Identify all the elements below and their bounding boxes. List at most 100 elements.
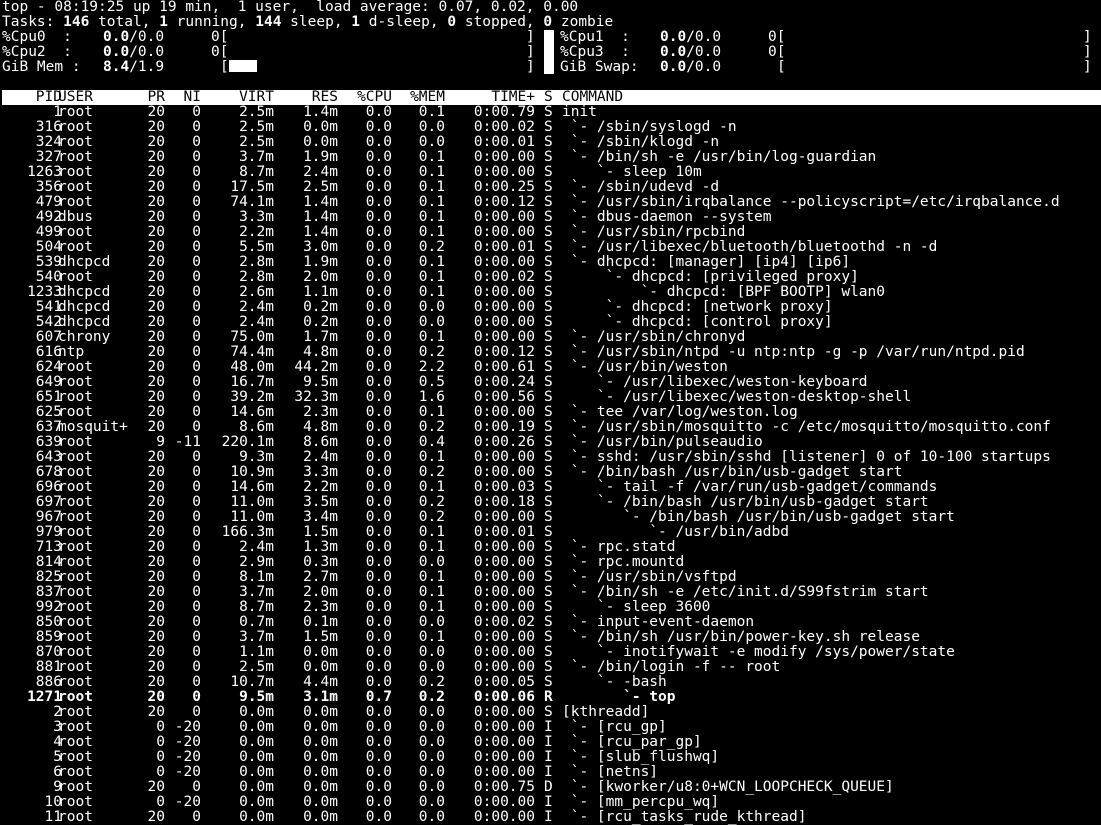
process-ni: 0 bbox=[192, 659, 201, 675]
process-row[interactable]: 10 root 0 -20 0.0m 0.0m 0.0 0.0 0:00.00 I `- [mm_… bbox=[2, 795, 1101, 810]
process-row[interactable]: 539 dhcpcd 20 0 2.8m 1.9m 0.0 0.1 0:00.00 S `- dh… bbox=[2, 255, 1101, 270]
process-row[interactable]: 1 root 20 0 2.5m 1.4m 0.0 0.1 0:00.79 Sinit bbox=[2, 105, 1101, 120]
process-row[interactable]: 643 root 20 0 9.3m 2.4m 0.0 0.1 0:00.00 S `- sshd… bbox=[2, 450, 1101, 465]
col-cpu[interactable]: %CPU bbox=[357, 90, 392, 105]
process-row[interactable]: 859 root 20 0 3.7m 1.5m 0.0 0.1 0:00.00 S `- /bin… bbox=[2, 630, 1101, 645]
process-row[interactable]: 979 root 20 0 166.3m 1.5m 0.0 0.1 0:00.01 S `- /u… bbox=[2, 525, 1101, 540]
process-row[interactable]: 625 root 20 0 14.6m 2.3m 0.0 0.1 0:00.00 S `- tee… bbox=[2, 405, 1101, 420]
process-row[interactable]: 4 root 0 -20 0.0m 0.0m 0.0 0.0 0:00.00 I `- [rcu_… bbox=[2, 735, 1101, 750]
terminal[interactable]: top - 08:19:25 up 19 min, 1 user, load a… bbox=[2, 0, 1101, 825]
process-command: `- input-event-daemon bbox=[562, 614, 755, 630]
process-command: `- /usr/sbin/rpcbind bbox=[562, 224, 746, 240]
process-row[interactable]: 479 root 20 0 74.1m 1.4m 0.0 0.1 0:00.12 S `- /us… bbox=[2, 195, 1101, 210]
process-res: 3.1m bbox=[303, 689, 338, 705]
col-time[interactable]: TIME+ bbox=[491, 90, 535, 105]
process-row[interactable]: 649 root 20 0 16.7m 9.5m 0.0 0.5 0:00.24 S `- /us… bbox=[2, 375, 1101, 390]
process-row[interactable]: 1233 dhcpcd 20 0 2.6m 1.1m 0.0 0.1 0:00.00 S `- d… bbox=[2, 285, 1101, 300]
process-virt: 3.7m bbox=[239, 584, 274, 600]
process-row[interactable]: 678 root 20 0 10.9m 3.3m 0.0 0.2 0:00.00 S `- /bi… bbox=[2, 465, 1101, 480]
col-virt[interactable]: VIRT bbox=[239, 90, 274, 105]
process-row[interactable]: 814 root 20 0 2.9m 0.3m 0.0 0.0 0:00.00 S `- rpc.… bbox=[2, 555, 1101, 570]
process-list[interactable]: 1 root 20 0 2.5m 1.4m 0.0 0.1 0:00.79 Sinit 316 roo… bbox=[2, 105, 1101, 825]
process-user: dhcpcd bbox=[58, 299, 111, 315]
process-row[interactable]: 616 ntp 20 0 74.4m 4.8m 0.0 0.2 0:00.12 S `- /usr… bbox=[2, 345, 1101, 360]
process-row[interactable]: 6 root 0 -20 0.0m 0.0m 0.0 0.0 0:00.00 I `- [netn… bbox=[2, 765, 1101, 780]
cpu2-bar-close: ] bbox=[526, 44, 535, 60]
col-user[interactable]: USER bbox=[58, 90, 93, 105]
process-row[interactable]: 324 root 20 0 2.5m 0.0m 0.0 0.0 0:00.01 S `- /sbi… bbox=[2, 135, 1101, 150]
process-ni: 0 bbox=[192, 629, 201, 645]
process-row[interactable]: 541 dhcpcd 20 0 2.4m 0.2m 0.0 0.0 0:00.00 S `- dh… bbox=[2, 300, 1101, 315]
process-mem: 0.2 bbox=[418, 239, 445, 255]
process-ni: 0 bbox=[192, 314, 201, 330]
process-ni: -20 bbox=[174, 749, 201, 765]
process-pr: 20 bbox=[147, 119, 165, 135]
process-row[interactable]: 327 root 20 0 3.7m 1.9m 0.0 0.1 0:00.00 S `- /bin… bbox=[2, 150, 1101, 165]
process-pr: 0 bbox=[156, 734, 165, 750]
process-row[interactable]: 492 dbus 20 0 3.3m 1.4m 0.0 0.1 0:00.00 S `- dbus… bbox=[2, 210, 1101, 225]
cpu1-bar-close: ] bbox=[1083, 29, 1092, 45]
process-time: 0:00.05 bbox=[473, 674, 535, 690]
process-row[interactable]: 837 root 20 0 3.7m 2.0m 0.0 0.1 0:00.00 S `- /bin… bbox=[2, 585, 1101, 600]
process-command: `- [mm_percpu_wq] bbox=[562, 794, 720, 810]
process-mem: 0.0 bbox=[418, 719, 445, 735]
process-row[interactable]: 992 root 20 0 8.7m 2.3m 0.0 0.1 0:00.00 S `- slee… bbox=[2, 600, 1101, 615]
process-row[interactable]: 356 root 20 0 17.5m 2.5m 0.0 0.1 0:00.25 S `- /sb… bbox=[2, 180, 1101, 195]
process-row[interactable]: 11 root 20 0 0.0m 0.0m 0.0 0.0 0:00.00 I `- [rcu_… bbox=[2, 810, 1101, 825]
process-row[interactable]: 850 root 20 0 0.7m 0.1m 0.0 0.0 0:00.02 S `- inpu… bbox=[2, 615, 1101, 630]
col-res[interactable]: RES bbox=[312, 90, 338, 105]
process-mem: 0.1 bbox=[418, 224, 445, 240]
process-row[interactable]: 3 root 0 -20 0.0m 0.0m 0.0 0.0 0:00.00 I `- [rcu_… bbox=[2, 720, 1101, 735]
process-row[interactable]: 886 root 20 0 10.7m 4.4m 0.0 0.2 0:00.05 S `- -ba… bbox=[2, 675, 1101, 690]
col-mem[interactable]: %MEM bbox=[410, 90, 445, 105]
process-mem: 0.1 bbox=[418, 284, 445, 300]
process-user: root bbox=[58, 704, 93, 720]
process-virt: 2.5m bbox=[239, 134, 274, 150]
process-row[interactable]: 540 root 20 0 2.8m 2.0m 0.0 0.1 0:00.02 S `- dhcp… bbox=[2, 270, 1101, 285]
process-row[interactable]: 1271 root 20 0 9.5m 3.1m 0.7 0.2 0:00.06 R `- top bbox=[2, 690, 1101, 705]
process-row[interactable]: 967 root 20 0 11.0m 3.4m 0.0 0.2 0:00.00 S `- /bi… bbox=[2, 510, 1101, 525]
tasks-line: Tasks: 146 total, 1 running, 144 sleep, … bbox=[2, 15, 614, 30]
process-mem: 0.0 bbox=[418, 779, 445, 795]
process-row[interactable]: 504 root 20 0 5.5m 3.0m 0.0 0.2 0:00.01 S `- /usr… bbox=[2, 240, 1101, 255]
process-command: `- rpc.statd bbox=[562, 539, 676, 555]
col-pr[interactable]: PR bbox=[148, 90, 165, 105]
col-state[interactable]: S bbox=[544, 90, 553, 105]
column-header[interactable]: PID USER PR NI VIRT RES %CPU %MEM TIME+ … bbox=[2, 90, 1101, 105]
process-row[interactable]: 1263 root 20 0 8.7m 2.4m 0.0 0.1 0:00.00 S `- sle… bbox=[2, 165, 1101, 180]
process-row[interactable]: 499 root 20 0 2.2m 1.4m 0.0 0.1 0:00.00 S `- /usr… bbox=[2, 225, 1101, 240]
process-row[interactable]: 696 root 20 0 14.6m 2.2m 0.0 0.1 0:00.03 S `- tai… bbox=[2, 480, 1101, 495]
process-row[interactable]: 9 root 20 0 0.0m 0.0m 0.0 0.0 0:00.75 D `- [kwork… bbox=[2, 780, 1101, 795]
process-virt: 48.0m bbox=[230, 359, 274, 375]
process-row[interactable]: 624 root 20 0 48.0m 44.2m 0.0 2.2 0:00.61 S `- /u… bbox=[2, 360, 1101, 375]
process-res: 0.0m bbox=[303, 764, 338, 780]
process-pr: 20 bbox=[147, 644, 165, 660]
process-pr: 20 bbox=[147, 269, 165, 285]
cpu1-bar-open: 0[ bbox=[768, 29, 786, 45]
process-row[interactable]: 2 root 20 0 0.0m 0.0m 0.0 0.0 0:00.00 S [kthreadd] bbox=[2, 705, 1101, 720]
process-row[interactable]: 881 root 20 0 2.5m 0.0m 0.0 0.0 0:00.00 S `- /bin… bbox=[2, 660, 1101, 675]
process-command: `- tee /var/log/weston.log bbox=[562, 404, 798, 420]
process-row[interactable]: 5 root 0 -20 0.0m 0.0m 0.0 0.0 0:00.00 I `- [slub… bbox=[2, 750, 1101, 765]
process-res: 0.1m bbox=[303, 614, 338, 630]
process-row[interactable]: 651 root 20 0 39.2m 32.3m 0.0 1.6 0:00.56 S `- /u… bbox=[2, 390, 1101, 405]
process-time: 0:00.19 bbox=[473, 419, 535, 435]
process-ni: 0 bbox=[192, 389, 201, 405]
process-row[interactable]: 316 root 20 0 2.5m 0.0m 0.0 0.0 0:00.02 S `- /sbi… bbox=[2, 120, 1101, 135]
process-row[interactable]: 542 dhcpcd 20 0 2.4m 0.2m 0.0 0.0 0:00.00 S `- dh… bbox=[2, 315, 1101, 330]
process-row[interactable]: 639 root 9 -11 220.1m 8.6m 0.0 0.4 0:00.26 S `- /… bbox=[2, 435, 1101, 450]
process-row[interactable]: 637 mosquit+ 20 0 8.6m 4.8m 0.0 0.2 0:00.19 S `- … bbox=[2, 420, 1101, 435]
process-ni: 0 bbox=[192, 404, 201, 420]
process-row[interactable]: 825 root 20 0 8.1m 2.7m 0.0 0.1 0:00.00 S `- /usr… bbox=[2, 570, 1101, 585]
process-user: root bbox=[58, 569, 93, 585]
col-ni[interactable]: NI bbox=[184, 90, 201, 105]
process-virt: 16.7m bbox=[230, 374, 274, 390]
col-command[interactable]: COMMAND bbox=[562, 90, 623, 105]
process-row[interactable]: 607 chrony 20 0 75.0m 1.7m 0.0 0.1 0:00.00 S `- /… bbox=[2, 330, 1101, 345]
process-row[interactable]: 870 root 20 0 1.1m 0.0m 0.0 0.0 0:00.00 S `- inot… bbox=[2, 645, 1101, 660]
process-pid: 1271 bbox=[27, 689, 62, 705]
process-row[interactable]: 697 root 20 0 11.0m 3.5m 0.0 0.2 0:00.18 S `- /bi… bbox=[2, 495, 1101, 510]
process-virt: 0.0m bbox=[239, 809, 274, 825]
process-row[interactable]: 713 root 20 0 2.4m 1.3m 0.0 0.1 0:00.00 S `- rpc.… bbox=[2, 540, 1101, 555]
process-res: 0.0m bbox=[303, 119, 338, 135]
